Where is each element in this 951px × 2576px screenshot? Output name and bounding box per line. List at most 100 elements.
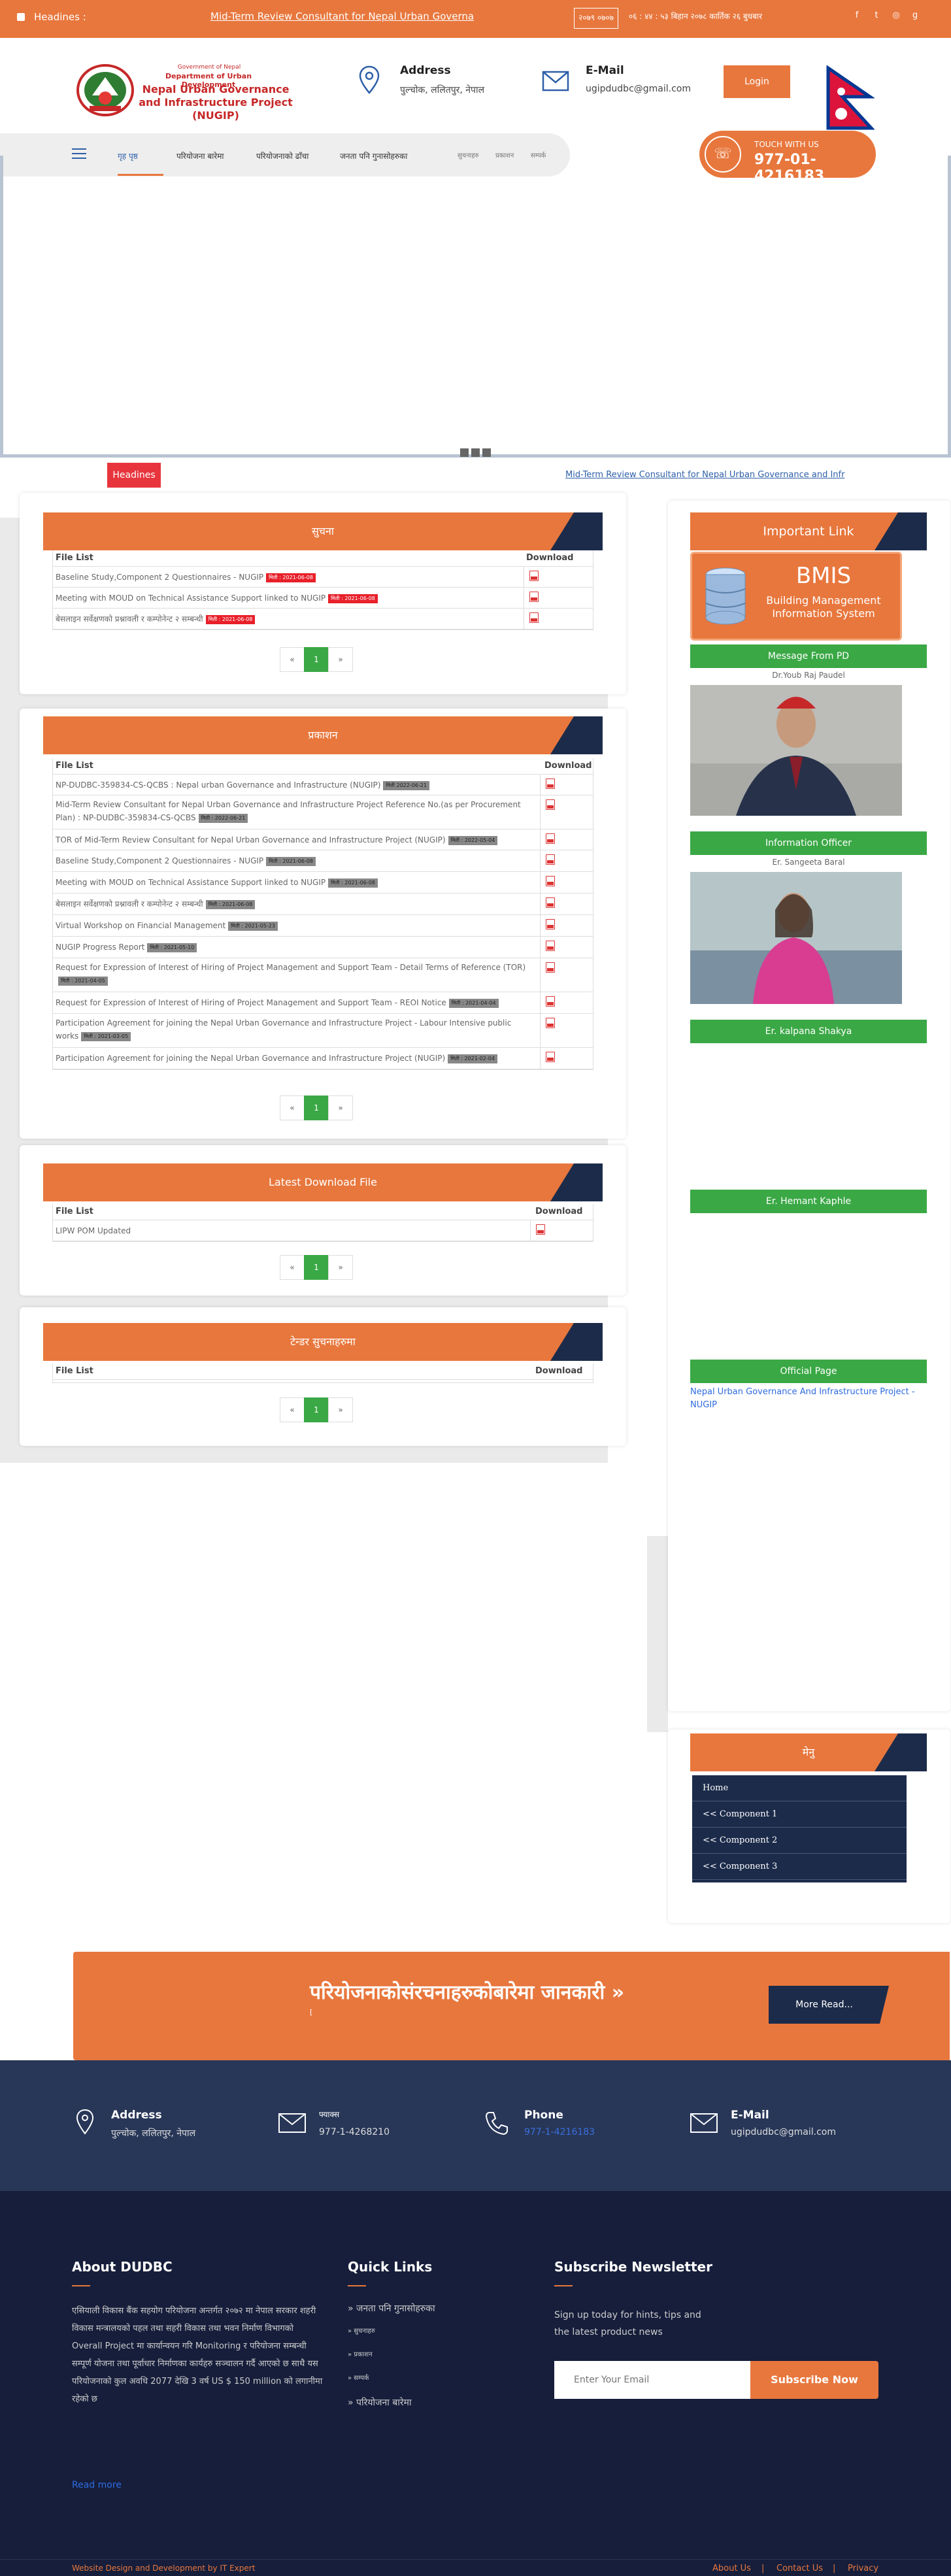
facebook-icon[interactable]: f xyxy=(851,10,863,20)
file-title[interactable]: Request for Expression of Interest of Hi… xyxy=(56,998,446,1007)
menu-item-component-2[interactable]: << Component 2 xyxy=(692,1828,907,1854)
next-page[interactable]: » xyxy=(328,647,353,672)
email-value: ugipdudbc@gmail.com xyxy=(586,84,691,94)
next-page[interactable]: » xyxy=(328,1096,353,1120)
page-number[interactable]: 1 xyxy=(304,647,329,672)
page-number[interactable]: 1 xyxy=(304,1397,329,1422)
file-title[interactable]: TOR of Mid-Term Review Consultant for Ne… xyxy=(56,835,446,845)
table-row: Mid-Term Review Consultant for Nepal Urb… xyxy=(53,795,593,829)
next-page[interactable]: » xyxy=(328,1397,353,1422)
quick-link-publications[interactable]: » प्रकाशन xyxy=(348,2349,373,2358)
slider-dots[interactable] xyxy=(460,448,493,460)
quick-link-contact[interactable]: » सम्पर्क xyxy=(348,2373,369,2382)
file-title[interactable]: बेसलाइन सर्वेक्षणको प्रश्नावली र कम्पोने… xyxy=(56,899,203,909)
col-file-list: File List xyxy=(56,1207,93,1216)
file-title[interactable]: Participation Agreement for joining the … xyxy=(56,1054,445,1063)
file-title[interactable]: LIPW POM Updated xyxy=(56,1226,131,1235)
pdf-download-icon[interactable] xyxy=(529,612,539,623)
pdf-download-icon[interactable] xyxy=(546,876,555,886)
pdf-download-icon[interactable] xyxy=(546,778,555,789)
pdf-download-icon[interactable] xyxy=(546,941,555,951)
footer-contact: Address पुल्चोक, ललितपुर, नेपाल फ्याक्स … xyxy=(0,2060,951,2191)
menu-item-component-3[interactable]: << Component 3 xyxy=(692,1854,907,1880)
file-title[interactable]: Baseline Study,Component 2 Questionnaire… xyxy=(56,856,263,865)
file-title[interactable]: बेसलाइन सर्वेक्षणको प्रश्नावली र कम्पोने… xyxy=(56,614,203,624)
newsletter-email-input[interactable] xyxy=(554,2361,750,2399)
kalpana-shakya-button[interactable]: Er. kalpana Shakya xyxy=(690,1020,927,1043)
file-title[interactable]: Request for Expression of Interest of Hi… xyxy=(56,963,526,972)
pdf-download-icon[interactable] xyxy=(546,854,555,865)
official-page-button[interactable]: Official Page xyxy=(690,1360,927,1383)
hero-slider[interactable] xyxy=(0,156,951,458)
pd-name: Dr.Youb Raj Paudel xyxy=(772,671,845,680)
pdf-download-icon[interactable] xyxy=(529,592,539,602)
official-page-link[interactable]: Nepal Urban Governance And Infrastructur… xyxy=(690,1386,927,1412)
page-number[interactable]: 1 xyxy=(304,1096,329,1120)
instagram-icon[interactable]: ◎ xyxy=(890,10,902,20)
pdf-download-icon[interactable] xyxy=(546,919,555,929)
touch-phone: 977-01-4216183 xyxy=(754,152,825,184)
file-title[interactable]: Mid-Term Review Consultant for Nepal Urb… xyxy=(56,800,521,822)
slider-dot[interactable] xyxy=(471,448,480,457)
privacy-link[interactable]: Privacy xyxy=(848,2564,878,2573)
about-us-link[interactable]: About Us xyxy=(712,2564,751,2573)
bmis-banner[interactable]: BMIS Building Management Information Sys… xyxy=(690,552,902,641)
message-from-pd-button[interactable]: Message From PD xyxy=(690,644,927,668)
contact-us-link[interactable]: Contact Us xyxy=(776,2564,823,2573)
google-plus-icon[interactable]: g xyxy=(909,10,921,20)
quick-link-about[interactable]: » परियोजना बारेमा xyxy=(348,2396,412,2409)
newsletter-text: Sign up today for hints, tips and the la… xyxy=(554,2310,701,2337)
pdf-download-icon[interactable] xyxy=(546,962,555,973)
footer-phone-value[interactable]: 977-1-4216183 xyxy=(524,2127,595,2137)
pdf-download-icon[interactable] xyxy=(546,833,555,844)
pdf-download-icon[interactable] xyxy=(546,1052,555,1062)
info-officer-photo xyxy=(690,872,902,1004)
menu-item-component-1[interactable]: << Component 1 xyxy=(692,1801,907,1828)
subscribe-button[interactable]: Subscribe Now xyxy=(750,2361,878,2399)
pdf-download-icon[interactable] xyxy=(546,1018,555,1028)
touch-with-us[interactable]: ☏ TOUCH WITH US 977-01-4216183 xyxy=(699,131,876,184)
file-title[interactable]: Meeting with MOUD on Technical Assistanc… xyxy=(56,594,325,603)
notice-panel-header: सुचना xyxy=(43,512,603,550)
prev-page[interactable]: « xyxy=(280,1397,305,1422)
more-read-button[interactable]: More Read... xyxy=(769,1986,880,2024)
prev-page[interactable]: « xyxy=(280,1255,305,1280)
next-page[interactable]: » xyxy=(328,1255,353,1280)
prev-page[interactable]: « xyxy=(280,647,305,672)
date-badge: मिती : 2021-03-05 xyxy=(81,1032,131,1041)
pdf-download-icon[interactable] xyxy=(529,571,539,581)
quick-link-notices[interactable]: » सुचनाहरु xyxy=(348,2326,375,2335)
pdf-download-icon[interactable] xyxy=(546,799,555,810)
slider-dot[interactable] xyxy=(460,448,469,457)
file-title[interactable]: Virtual Workshop on Financial Management xyxy=(56,921,225,930)
information-officer-button[interactable]: Information Officer xyxy=(690,831,927,855)
file-title[interactable]: Meeting with MOUD on Technical Assistanc… xyxy=(56,878,325,887)
date-badge: मिती : 2021-02-04 xyxy=(448,1054,497,1063)
pdf-download-icon[interactable] xyxy=(546,996,555,1007)
menu-item-home[interactable]: Home xyxy=(692,1775,907,1801)
nepal-emblem-logo[interactable] xyxy=(75,63,135,116)
prev-page[interactable]: « xyxy=(280,1096,305,1120)
page-number[interactable]: 1 xyxy=(304,1255,329,1280)
login-button[interactable]: Login xyxy=(724,65,790,98)
pdf-download-icon[interactable] xyxy=(546,897,555,908)
separator: | xyxy=(761,2564,765,2573)
fax-icon xyxy=(278,2113,306,2133)
file-title[interactable]: Baseline Study,Component 2 Questionnaire… xyxy=(56,573,263,582)
table-row: Request for Expression of Interest of Hi… xyxy=(53,992,593,1014)
quick-link-grievances[interactable]: » जनता पनि गुनासोहरुका xyxy=(348,2302,435,2315)
twitter-icon[interactable]: t xyxy=(871,10,882,20)
email-title: E-Mail xyxy=(586,64,624,77)
phone-icon xyxy=(485,2112,508,2135)
headline-link[interactable]: Mid-Term Review Consultant for Nepal Urb… xyxy=(565,470,844,480)
slider-dot[interactable] xyxy=(482,448,491,457)
table-row: बेसलाइन सर्वेक्षणको प्रश्नावली र कम्पोने… xyxy=(53,609,593,629)
read-more-link[interactable]: Read more xyxy=(72,2480,122,2490)
hemant-kaphle-button[interactable]: Er. Hemant Kaphle xyxy=(690,1190,927,1213)
date-badge: मिती : 2022-05-04 xyxy=(448,836,498,845)
headline-marquee-link[interactable]: Mid-Term Review Consultant for Nepal Urb… xyxy=(210,10,474,22)
file-title[interactable]: NUGIP Progress Report xyxy=(56,943,144,952)
headlines-tag: Headines xyxy=(107,463,161,488)
file-title[interactable]: NP-DUDBC-359834-CS-QCBS : Nepal urban Go… xyxy=(56,780,380,790)
pdf-download-icon[interactable] xyxy=(536,1224,545,1235)
